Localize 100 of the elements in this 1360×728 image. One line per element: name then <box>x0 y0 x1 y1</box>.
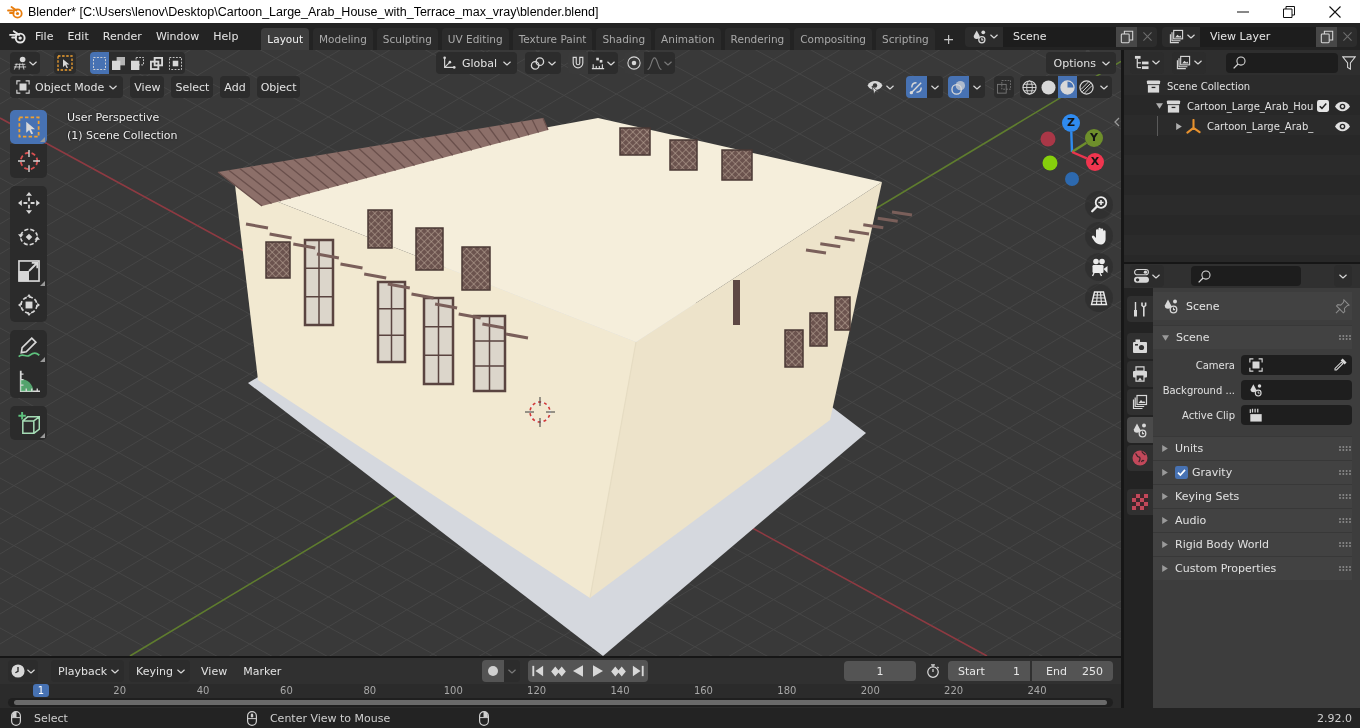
mode-dropdown[interactable]: Object Mode <box>10 76 124 98</box>
chevron-left-icon[interactable] <box>1114 117 1120 127</box>
view-layer-name-field[interactable]: View Layer <box>1200 26 1316 47</box>
pivot-dropdown[interactable] <box>525 52 562 74</box>
shading-mode-button[interactable] <box>1077 76 1096 98</box>
end-frame-field[interactable]: End 250 <box>1032 661 1113 681</box>
search-field[interactable] <box>1191 266 1301 286</box>
object-field[interactable] <box>1241 355 1352 375</box>
scrollbar-thumb[interactable] <box>14 700 1107 705</box>
outliner-item[interactable]: Scene Collection <box>1167 80 1251 92</box>
tool-button[interactable] <box>10 144 47 178</box>
restore-icon[interactable] <box>1283 5 1295 18</box>
outliner-item[interactable]: Cartoon_Large_Arab_Hou <box>1187 100 1314 112</box>
menu-dropdown[interactable]: Playback <box>51 660 125 682</box>
drag-handle-icon[interactable] <box>1339 494 1351 499</box>
movie-camera-icon[interactable] <box>1085 253 1113 281</box>
drag-handle-icon[interactable] <box>1339 335 1351 340</box>
shading-mode-button[interactable] <box>1020 76 1039 98</box>
select-mode-button[interactable] <box>128 52 147 74</box>
hand-icon[interactable] <box>1085 222 1113 250</box>
gizmo-toggle[interactable] <box>906 76 927 98</box>
search-field[interactable] <box>1226 52 1338 73</box>
negative-x-handle[interactable] <box>1040 131 1056 147</box>
stopwatch-icon[interactable] <box>926 664 940 678</box>
drag-handle-icon[interactable] <box>1339 542 1351 547</box>
tool-button[interactable] <box>10 364 47 398</box>
add-workspace-button[interactable]: + <box>938 28 959 50</box>
z-axis-handle[interactable]: Z <box>1062 114 1080 132</box>
zoom-icon[interactable] <box>1085 191 1113 219</box>
menu-button[interactable]: View <box>130 76 165 98</box>
properties-tab[interactable] <box>1127 296 1153 322</box>
properties-tab[interactable] <box>1127 389 1153 415</box>
checkbox-icon[interactable] <box>1175 466 1188 479</box>
workspace-tab[interactable]: Rendering <box>724 28 791 50</box>
menu-dropdown[interactable]: Keying <box>129 660 191 682</box>
y-axis-handle[interactable]: Y <box>1085 129 1103 147</box>
panel-header[interactable]: Rigid Body World <box>1153 532 1352 556</box>
eye-icon[interactable] <box>1335 120 1350 132</box>
x-axis-handle[interactable]: X <box>1086 153 1104 171</box>
tool-button[interactable] <box>10 406 47 440</box>
scene-field[interactable] <box>1241 380 1352 400</box>
options-dropdown[interactable] <box>1334 265 1352 287</box>
panel-header[interactable]: Gravity <box>1153 460 1352 484</box>
menu-button[interactable]: View <box>196 660 233 682</box>
eyedropper-icon[interactable] <box>1333 358 1347 372</box>
clip-field[interactable] <box>1241 405 1352 425</box>
filter-icon[interactable] <box>1342 55 1356 70</box>
tool-button[interactable] <box>10 110 47 144</box>
orientation-dropdown[interactable]: Global <box>436 52 518 74</box>
view-layer-browse-button[interactable] <box>1162 26 1200 47</box>
menu-item[interactable]: Window <box>148 27 207 46</box>
select-mode-button[interactable] <box>166 52 185 74</box>
right-triangle-icon[interactable] <box>1176 122 1182 130</box>
workspace-tab[interactable]: UV Editing <box>441 28 509 50</box>
editor-type-button[interactable] <box>8 660 38 682</box>
workspace-tab[interactable]: Modeling <box>313 28 373 50</box>
workspace-tab[interactable]: Shading <box>596 28 652 50</box>
drag-handle-icon[interactable] <box>1339 566 1351 571</box>
current-frame-field[interactable]: 1 <box>844 661 916 681</box>
select-mode-button[interactable] <box>109 52 128 74</box>
drag-handle-icon[interactable] <box>1339 446 1351 451</box>
tool-button[interactable] <box>10 330 47 364</box>
scene-browse-button[interactable] <box>965 26 1003 47</box>
editor-type-button[interactable] <box>1130 265 1164 287</box>
panel-header[interactable]: Units <box>1153 436 1352 460</box>
playback-button[interactable] <box>528 660 549 682</box>
blender-logo-icon[interactable] <box>9 29 26 44</box>
current-frame-indicator[interactable]: 1 <box>33 684 49 697</box>
menu-item[interactable]: Edit <box>60 27 96 46</box>
auto-keying-toggle[interactable] <box>482 660 505 682</box>
panel-header[interactable]: Scene <box>1153 325 1352 349</box>
panel-header[interactable]: Keying Sets <box>1153 484 1352 508</box>
workspace-tab[interactable]: Texture Paint <box>512 28 593 50</box>
menu-button[interactable]: Add <box>220 76 250 98</box>
tool-button[interactable] <box>10 186 47 220</box>
start-frame-field[interactable]: Start 1 <box>948 661 1030 681</box>
options-dropdown[interactable]: Options <box>1045 52 1116 74</box>
workspace-tab[interactable]: Scripting <box>876 28 935 50</box>
active-tool-button[interactable] <box>54 52 76 74</box>
menu-item[interactable]: File <box>28 27 61 46</box>
workspace-tab[interactable]: Compositing <box>794 28 873 50</box>
gizmo-dropdown[interactable] <box>927 76 943 98</box>
menu-button[interactable]: Marker <box>238 660 287 682</box>
editor-type-button[interactable] <box>10 52 40 74</box>
tool-button[interactable] <box>10 288 47 322</box>
workspace-tab[interactable]: Sculpting <box>376 28 438 50</box>
properties-tab[interactable] <box>1127 361 1153 387</box>
drag-handle-icon[interactable] <box>1339 470 1351 475</box>
scrollbar-track[interactable] <box>8 698 1113 707</box>
menu-button[interactable]: Object <box>256 76 301 98</box>
select-mode-button[interactable] <box>147 52 166 74</box>
checkbox-icon[interactable] <box>1317 100 1329 112</box>
overlays-toggle[interactable] <box>948 76 969 98</box>
overlays-dropdown[interactable] <box>969 76 985 98</box>
menu-item[interactable]: Render <box>95 27 149 46</box>
panel-header[interactable]: Custom Properties <box>1153 556 1352 580</box>
shading-mode-button[interactable] <box>1039 76 1058 98</box>
workspace-tab[interactable]: Animation <box>655 28 721 50</box>
negative-z-handle[interactable] <box>1065 172 1079 186</box>
workspace-tab[interactable]: Layout <box>261 28 310 50</box>
